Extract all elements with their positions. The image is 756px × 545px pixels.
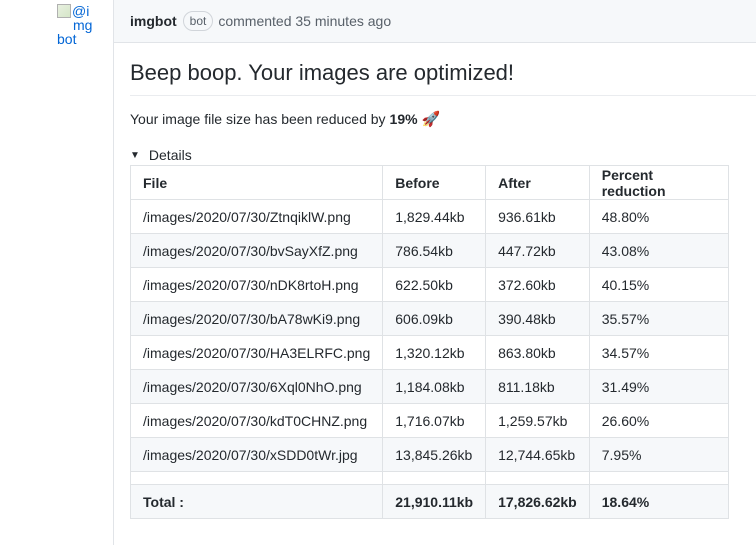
column-header-after: After: [485, 165, 590, 200]
bot-badge: bot: [182, 11, 214, 31]
comment-box: imgbot bot commented 35 minutes ago Beep…: [113, 0, 756, 545]
before-cell: 1,829.44kb: [382, 199, 487, 234]
details-toggle[interactable]: ▼ Details: [130, 147, 192, 163]
table-row: /images/2020/07/30/bA78wKi9.png 606.09kb…: [129, 301, 730, 336]
total-percent-cell: 18.64%: [588, 484, 730, 519]
spacer-cell: [129, 471, 384, 485]
after-cell: 12,744.65kb: [485, 437, 590, 472]
table-row: /images/2020/07/30/kdT0CHNZ.png 1,716.07…: [129, 403, 730, 438]
details-label: Details: [148, 147, 192, 163]
file-cell: /images/2020/07/30/HA3ELRFC.png: [129, 335, 384, 370]
percent-cell: 43.08%: [588, 233, 730, 268]
optimization-table: File Before After Percent reduction /ima…: [129, 165, 730, 519]
before-cell: 13,845.26kb: [382, 437, 487, 472]
avatar[interactable]: @i mg bot: [57, 4, 101, 48]
file-cell: /images/2020/07/30/xSDD0tWr.jpg: [129, 437, 384, 472]
table-row: /images/2020/07/30/HA3ELRFC.png 1,320.12…: [129, 335, 730, 370]
comment-author[interactable]: imgbot: [130, 13, 177, 29]
percent-cell: 7.95%: [588, 437, 730, 472]
table-total-row: Total : 21,910.11kb 17,826.62kb 18.64%: [129, 484, 730, 519]
table-row: /images/2020/07/30/nDK8rtoH.png 622.50kb…: [129, 267, 730, 302]
table-header-row: File Before After Percent reduction: [129, 165, 730, 200]
summary-prefix: Your image file size has been reduced by: [130, 111, 386, 127]
table-row: /images/2020/07/30/xSDD0tWr.jpg 13,845.2…: [129, 437, 730, 472]
spacer-cell: [588, 471, 730, 485]
percent-cell: 34.57%: [588, 335, 730, 370]
table-row: /images/2020/07/30/bvSayXfZ.png 786.54kb…: [129, 233, 730, 268]
after-cell: 372.60kb: [485, 267, 590, 302]
percent-cell: 26.60%: [588, 403, 730, 438]
percent-cell: 48.80%: [588, 199, 730, 234]
spacer-cell: [382, 471, 487, 485]
total-after-cell: 17,826.62kb: [485, 484, 590, 519]
before-cell: 606.09kb: [382, 301, 487, 336]
comment-timestamp[interactable]: commented 35 minutes ago: [218, 13, 391, 29]
file-cell: /images/2020/07/30/bA78wKi9.png: [129, 301, 384, 336]
before-cell: 1,184.08kb: [382, 369, 487, 404]
before-cell: 1,320.12kb: [382, 335, 487, 370]
broken-image-icon: [57, 4, 71, 18]
percent-cell: 40.15%: [588, 267, 730, 302]
spacer-cell: [485, 471, 590, 485]
file-cell: /images/2020/07/30/6Xql0NhO.png: [129, 369, 384, 404]
after-cell: 863.80kb: [485, 335, 590, 370]
file-cell: /images/2020/07/30/nDK8rtoH.png: [129, 267, 384, 302]
table-row: /images/2020/07/30/6Xql0NhO.png 1,184.08…: [129, 369, 730, 404]
table-spacer-row: [129, 471, 730, 485]
percent-cell: 31.49%: [588, 369, 730, 404]
file-cell: /images/2020/07/30/kdT0CHNZ.png: [129, 403, 384, 438]
file-cell: /images/2020/07/30/bvSayXfZ.png: [129, 233, 384, 268]
comment-title: Beep boop. Your images are optimized!: [130, 60, 756, 96]
after-cell: 936.61kb: [485, 199, 590, 234]
column-header-percent: Percent reduction: [588, 165, 730, 200]
summary-text: Your image file size has been reduced by…: [130, 110, 440, 128]
after-cell: 1,259.57kb: [485, 403, 590, 438]
after-cell: 447.72kb: [485, 233, 590, 268]
total-before-cell: 21,910.11kb: [382, 484, 487, 519]
comment-header: imgbot bot commented 35 minutes ago: [114, 0, 756, 43]
before-cell: 1,716.07kb: [382, 403, 487, 438]
summary-percent: 19%: [389, 111, 418, 127]
rocket-icon: 🚀: [421, 111, 441, 128]
file-cell: /images/2020/07/30/ZtnqiklW.png: [129, 199, 384, 234]
table-row: /images/2020/07/30/ZtnqiklW.png 1,829.44…: [129, 199, 730, 234]
total-label-cell: Total :: [129, 484, 384, 519]
column-header-before: Before: [382, 165, 487, 200]
before-cell: 622.50kb: [382, 267, 487, 302]
before-cell: 786.54kb: [382, 233, 487, 268]
avatar-alt-line3: bot: [57, 31, 77, 47]
column-header-file: File: [129, 165, 384, 200]
after-cell: 811.18kb: [485, 369, 590, 404]
after-cell: 390.48kb: [485, 301, 590, 336]
caret-down-icon: ▼: [130, 149, 140, 161]
percent-cell: 35.57%: [588, 301, 730, 336]
